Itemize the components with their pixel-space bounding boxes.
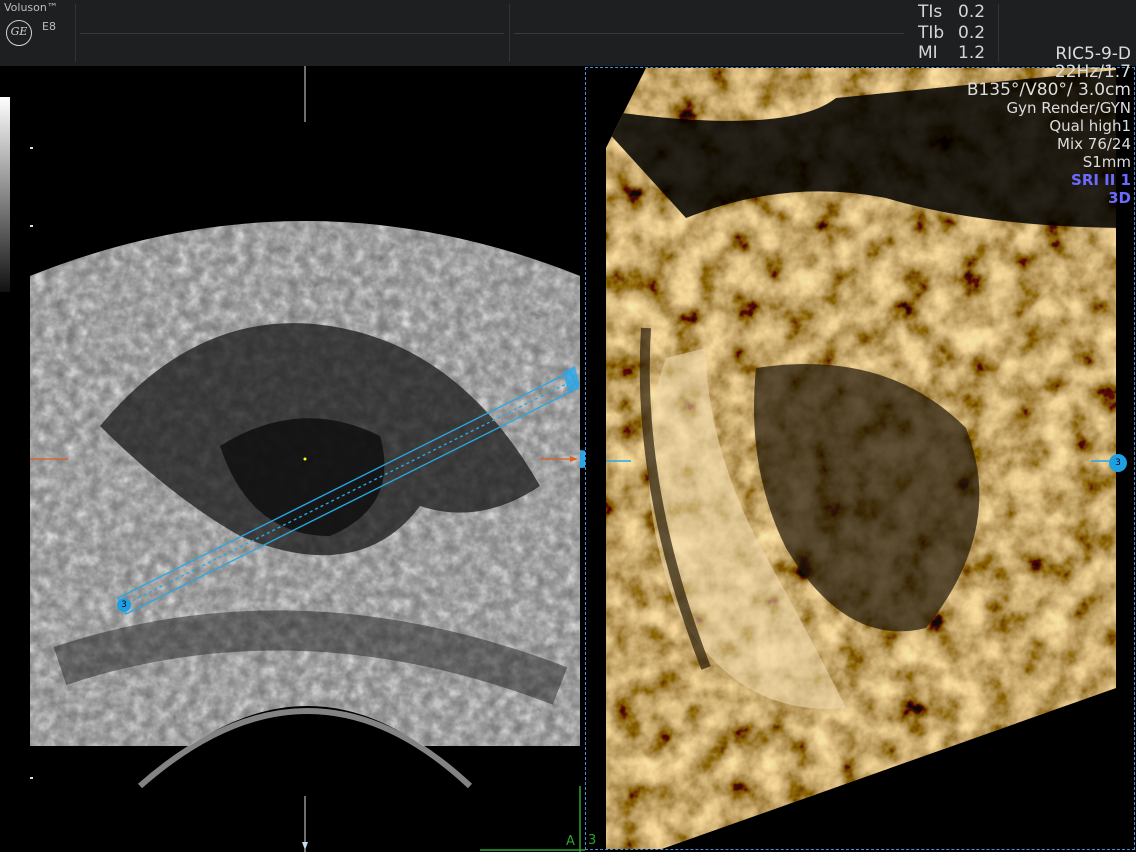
sri-label: SRI II 1 [1071, 171, 1131, 189]
ge-logo-icon: GE [6, 20, 32, 46]
render-box-marker-right[interactable]: 3 [1109, 454, 1127, 472]
brand-label: Voluson™ [4, 1, 58, 14]
mode-label: 3D [1108, 189, 1131, 207]
probe-label: RIC5-9-D [1055, 44, 1131, 64]
render-mode: Gyn Render/GYN [1006, 99, 1132, 117]
plane-number-label: 3 [588, 833, 597, 848]
param-tib: TIb 0.2 [918, 22, 986, 43]
divider [80, 33, 504, 34]
model-label: E8 [42, 20, 56, 33]
render-box-marker[interactable]: 3 [117, 598, 131, 612]
b-mode-panel[interactable]: 3 A [0, 66, 585, 852]
volume-angles: B135°/V80°/ 3.0cm [966, 80, 1131, 100]
top-bar: Voluson™ GE E8 TIs 0.2 TIb 0.2 MI 1.2 [0, 0, 1136, 66]
b-mode-image [30, 66, 585, 852]
plane-a-label: A [566, 834, 575, 849]
logo-text: GE [10, 25, 28, 38]
slice-label: S1mm [1082, 153, 1131, 171]
frame-rate: 22Hz/1.7 [1054, 62, 1131, 82]
divider [75, 4, 76, 62]
param-tis: TIs 0.2 [918, 2, 986, 22]
quality-label: Qual high1 [1049, 117, 1131, 135]
acquisition-info: RIC5-9-D 22Hz/1.7 B135°/V80°/ 3.0cm Gyn … [967, 45, 1131, 207]
divider [509, 4, 510, 62]
divider [514, 33, 904, 34]
mix-label: Mix 76/24 [1057, 135, 1131, 153]
